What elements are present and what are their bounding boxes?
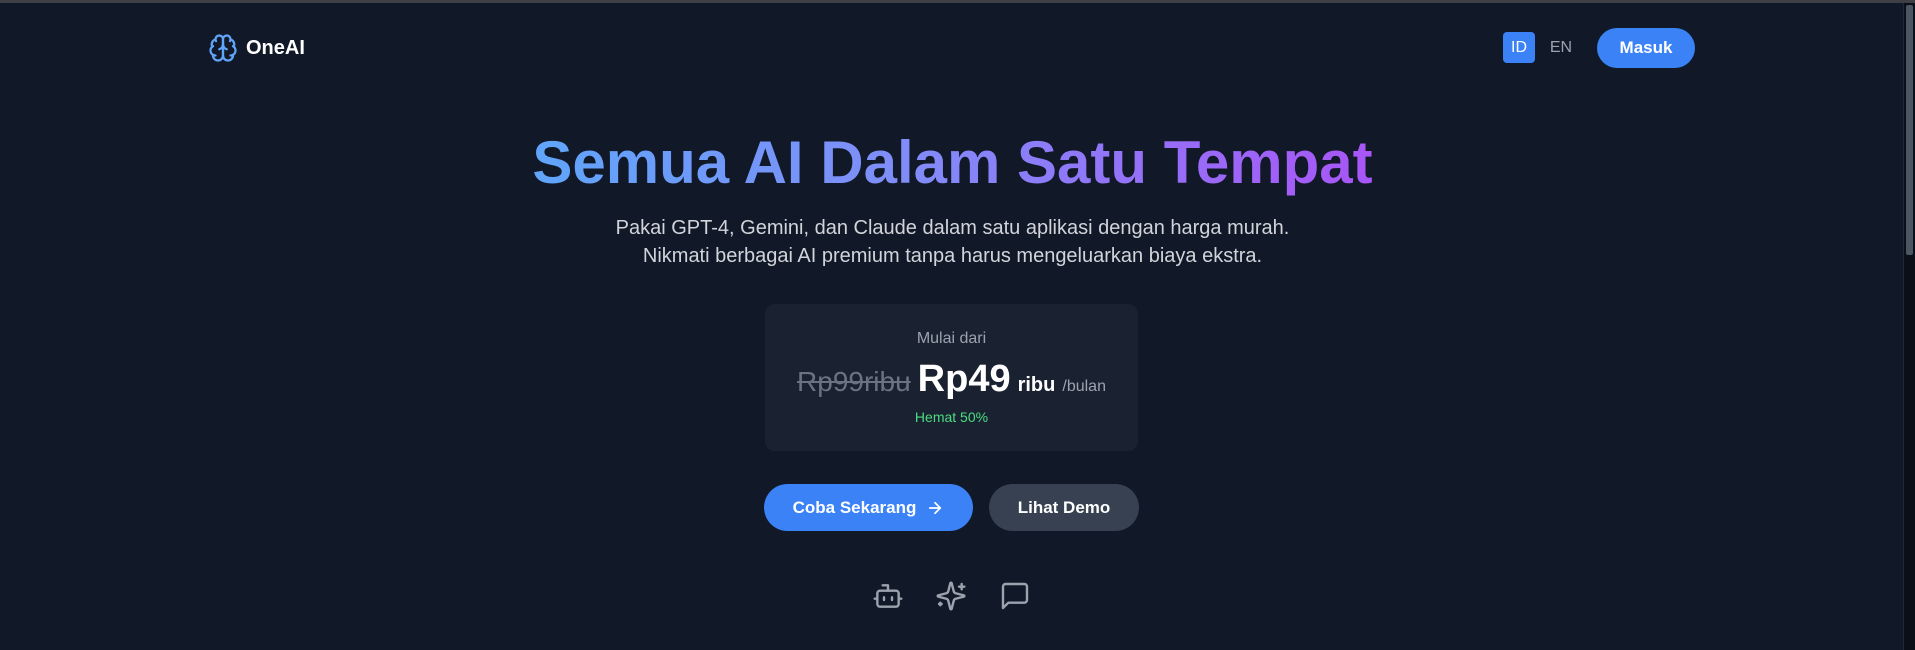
try-now-label: Coba Sekarang: [792, 497, 917, 517]
chat-bubble-icon: [999, 580, 1031, 612]
page-scrollbar[interactable]: [1903, 3, 1915, 650]
new-price: Rp49: [917, 358, 1011, 400]
price-row: Rp99ribu Rp49 ribu /bulan: [765, 358, 1138, 401]
savings-badge: Hemat 50%: [914, 409, 989, 425]
view-demo-button[interactable]: Lihat Demo: [989, 484, 1139, 531]
hero-subtitle-line-2: Nikmati berbagai AI premium tanpa harus …: [642, 245, 1263, 267]
price-unit: ribu: [1017, 374, 1056, 396]
price-period: /bulan: [1062, 378, 1106, 395]
brain-icon: [208, 33, 238, 63]
hero-subtitle-line-1: Pakai GPT-4, Gemini, dan Claude dalam sa…: [615, 217, 1290, 239]
login-button[interactable]: Masuk: [1597, 28, 1695, 68]
brand-logo[interactable]: OneAI: [208, 33, 305, 63]
hero-title-text: Semua AI Dalam Satu Tempat: [532, 129, 1373, 196]
robot-icon: [872, 580, 904, 612]
scrollbar-thumb[interactable]: [1906, 5, 1913, 255]
window-top-border: [0, 0, 1915, 3]
try-now-button[interactable]: Coba Sekarang: [764, 484, 973, 531]
hero-title: Semua AI Dalam Satu Tempat: [0, 125, 1905, 201]
brand-name: OneAI: [246, 36, 305, 59]
old-price: Rp99ribu: [797, 366, 911, 397]
price-from-label: Mulai dari: [916, 330, 987, 347]
language-en-toggle[interactable]: EN: [1544, 32, 1578, 63]
sparkles-icon: [935, 580, 967, 612]
language-id-toggle[interactable]: ID: [1503, 32, 1535, 63]
arrow-right-icon: [926, 499, 944, 517]
pricing-card: Mulai dari Rp99ribu Rp49 ribu /bulan Hem…: [765, 304, 1138, 451]
